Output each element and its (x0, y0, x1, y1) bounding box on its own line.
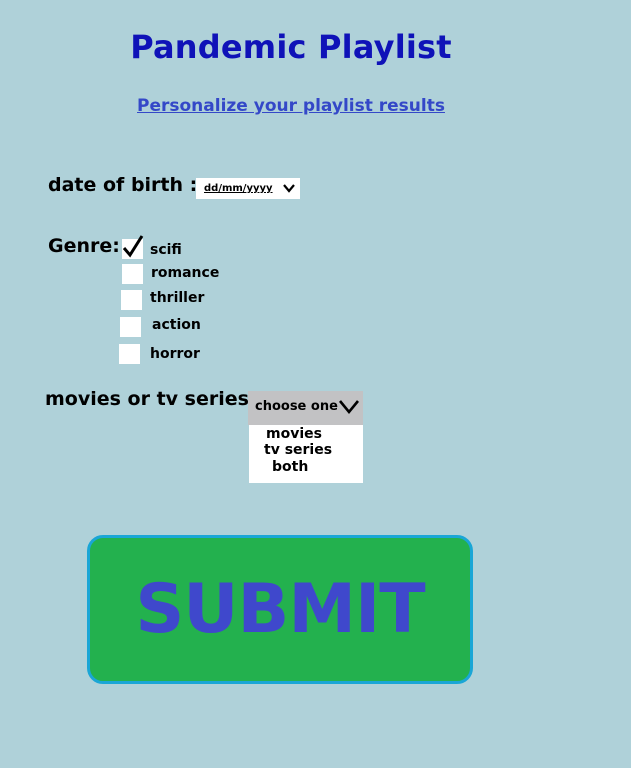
option-tv-series[interactable]: tv series (264, 442, 332, 458)
option-both[interactable]: both (272, 459, 308, 475)
genre-label-horror: horror (150, 346, 200, 362)
option-movies[interactable]: movies (266, 426, 322, 442)
page-title: Pandemic Playlist (130, 28, 452, 66)
genre-label-romance: romance (151, 265, 220, 281)
media-type-options: movies tv series both (249, 425, 363, 483)
genre-label: Genre: (48, 235, 120, 257)
chevron-down-icon (283, 184, 295, 193)
genre-checkbox-thriller[interactable] (121, 290, 142, 310)
genre-checkbox-action[interactable] (120, 317, 141, 337)
media-type-select[interactable]: choose one (248, 391, 363, 425)
checkmark-icon (122, 235, 144, 258)
submit-button[interactable]: SUBMIT (87, 535, 473, 684)
chevron-down-icon (338, 400, 360, 415)
media-type-label: movies or tv series: (45, 388, 257, 410)
genre-label-thriller: thriller (150, 290, 205, 306)
media-type-selected: choose one (255, 399, 338, 414)
dob-date-select[interactable]: dd/mm/yyyy (196, 178, 300, 199)
genre-checkbox-scifi[interactable] (122, 235, 144, 259)
dob-label: date of birth : (48, 174, 198, 196)
genre-checkbox-horror[interactable] (119, 344, 140, 364)
genre-label-scifi: scifi (150, 242, 182, 258)
genre-checkbox-romance[interactable] (122, 264, 143, 284)
genre-label-action: action (152, 317, 201, 333)
dob-value: dd/mm/yyyy (204, 183, 273, 194)
personalize-link[interactable]: Personalize your playlist results (0, 96, 582, 116)
